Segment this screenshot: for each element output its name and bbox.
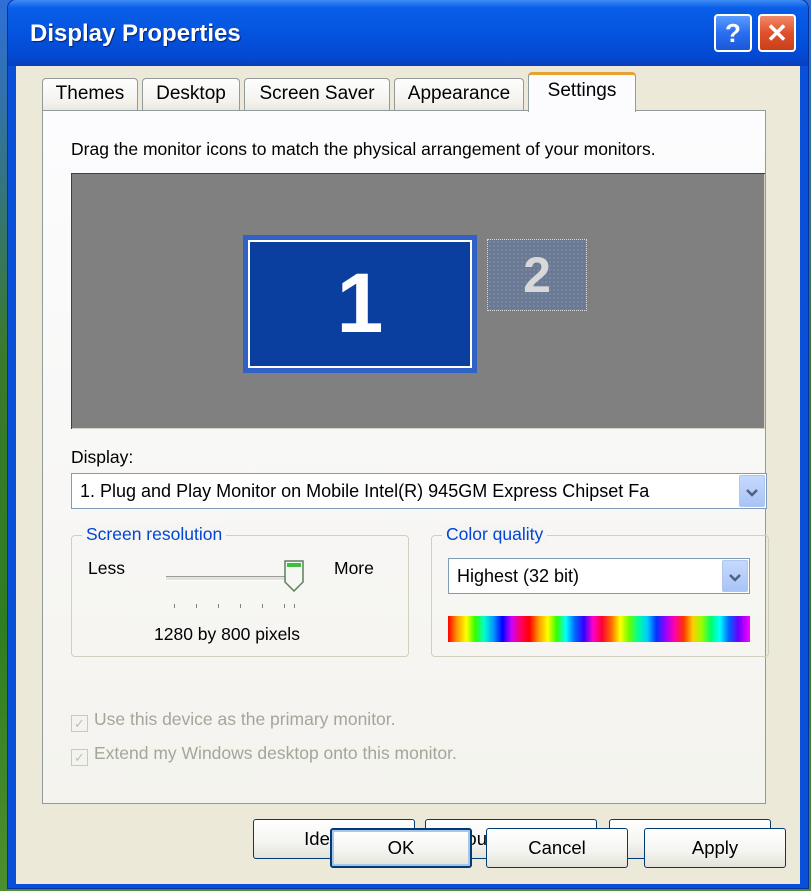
color-quality-group: Color quality Highest (32 bit) xyxy=(431,524,769,657)
ok-button[interactable]: OK xyxy=(330,828,472,868)
close-button[interactable]: ✕ xyxy=(758,14,796,52)
less-label: Less xyxy=(88,558,125,578)
apply-button[interactable]: Apply xyxy=(644,828,786,868)
slider-tick xyxy=(174,604,175,608)
primary-monitor-checkbox: ✓ xyxy=(71,715,88,732)
chevron-down-icon[interactable] xyxy=(722,560,748,592)
monitor-2[interactable]: 2 xyxy=(487,239,587,311)
monitor-1-number: 1 xyxy=(248,240,472,368)
tab-screen-saver[interactable]: Screen Saver xyxy=(244,78,390,110)
display-select-value: 1. Plug and Play Monitor on Mobile Intel… xyxy=(80,481,650,501)
tab-themes[interactable]: Themes xyxy=(42,78,138,110)
extend-desktop-checkbox: ✓ xyxy=(71,749,88,766)
color-quality-value: Highest (32 bit) xyxy=(457,566,580,586)
display-select[interactable]: 1. Plug and Play Monitor on Mobile Intel… xyxy=(71,473,767,509)
help-button[interactable]: ? xyxy=(714,14,752,52)
slider-tick xyxy=(262,604,263,608)
tab-appearance[interactable]: Appearance xyxy=(394,78,524,110)
primary-monitor-label: Use this device as the primary monitor. xyxy=(94,709,396,729)
display-properties-window: Display Properties ? ✕ Themes Desktop Sc… xyxy=(8,0,808,888)
resolution-slider-track[interactable] xyxy=(166,576,296,581)
color-spectrum-bar xyxy=(448,616,750,642)
slider-tick xyxy=(196,604,197,608)
tab-settings[interactable]: Settings xyxy=(528,72,636,112)
color-quality-title: Color quality xyxy=(442,524,548,545)
extend-desktop-checkbox-row: ✓ Extend my Windows desktop onto this mon… xyxy=(71,743,457,766)
slider-tick xyxy=(218,604,219,608)
dialog-client-area: Themes Desktop Screen Saver Appearance S… xyxy=(16,66,800,884)
title-bar[interactable]: Display Properties ? ✕ xyxy=(8,0,808,66)
chevron-down-icon[interactable] xyxy=(739,475,765,507)
screen-resolution-title: Screen resolution xyxy=(82,524,227,545)
window-title: Display Properties xyxy=(30,20,241,47)
primary-monitor-checkbox-row: ✓ Use this device as the primary monitor. xyxy=(71,709,396,732)
resolution-slider-thumb[interactable] xyxy=(284,560,304,593)
slider-tick xyxy=(284,604,285,608)
resolution-value: 1280 by 800 pixels xyxy=(154,624,300,644)
more-label: More xyxy=(334,558,374,578)
settings-panel: Drag the monitor icons to match the phys… xyxy=(42,110,771,859)
slider-tick xyxy=(240,604,241,608)
cancel-button[interactable]: Cancel xyxy=(486,828,628,868)
monitor-arrangement-area: 1 2 xyxy=(71,173,765,429)
display-label: Display: xyxy=(71,447,134,467)
slider-tick xyxy=(294,604,295,608)
monitor-1[interactable]: 1 xyxy=(243,235,477,373)
tab-desktop[interactable]: Desktop xyxy=(142,78,240,110)
instruction-text: Drag the monitor icons to match the phys… xyxy=(71,139,656,159)
extend-desktop-label: Extend my Windows desktop onto this moni… xyxy=(94,743,457,763)
screen-resolution-group: Screen resolution Less More 1280 by 800 … xyxy=(71,524,409,657)
color-quality-select[interactable]: Highest (32 bit) xyxy=(448,558,750,594)
